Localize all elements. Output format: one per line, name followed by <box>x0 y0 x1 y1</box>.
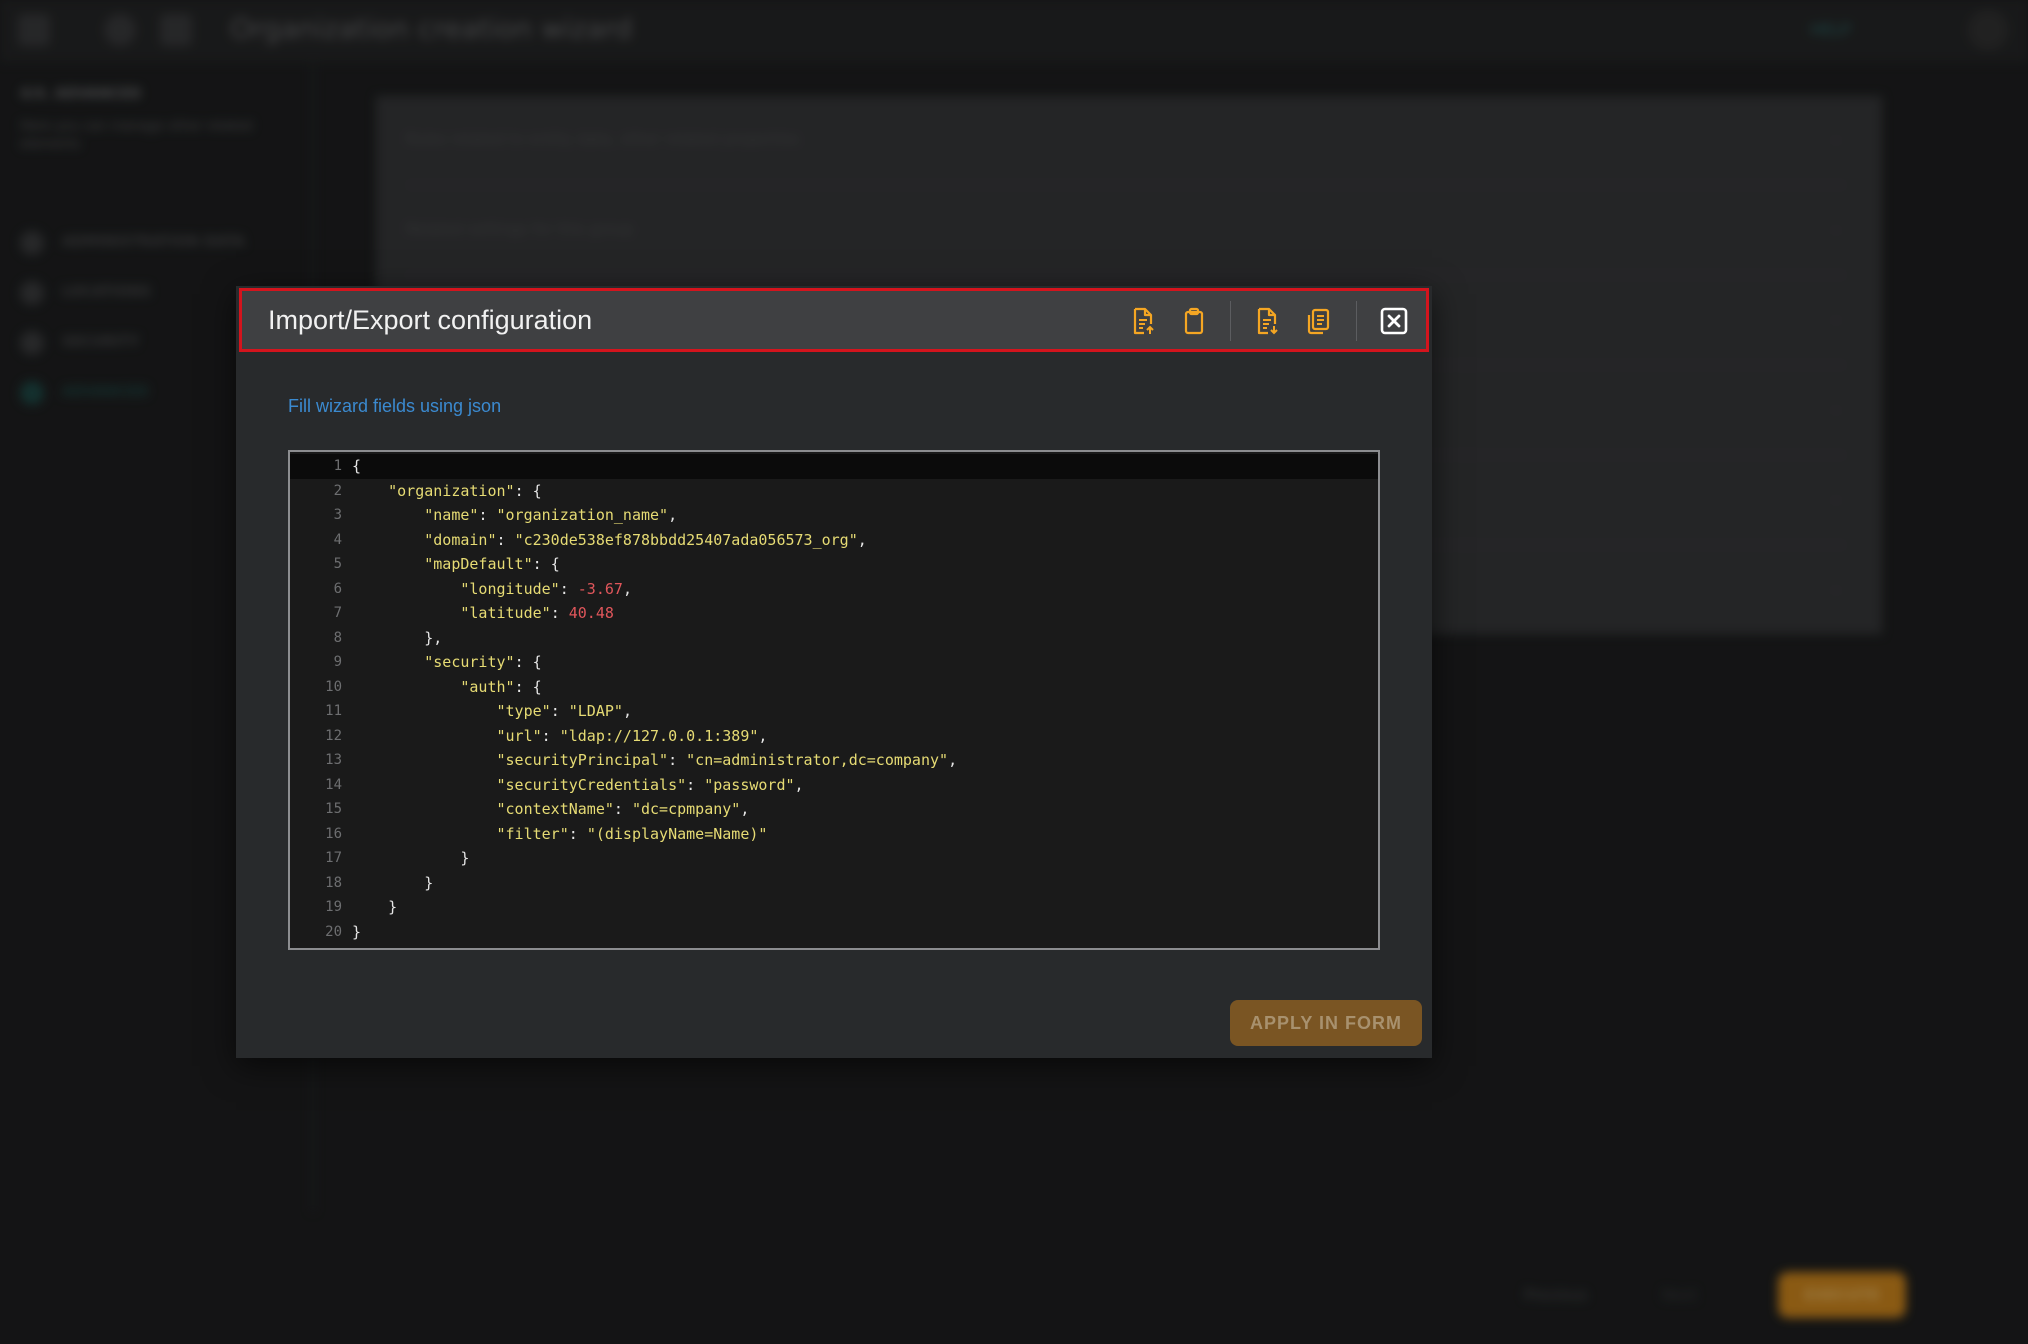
line-number: 6 <box>333 580 342 597</box>
code-text[interactable]: "filter": "(displayName=Name)" <box>352 822 768 847</box>
close-button[interactable] <box>1378 305 1410 337</box>
code-line[interactable]: 14 "securityCredentials": "password", <box>290 773 1378 798</box>
code-line[interactable]: 12 "url": "ldap://127.0.0.1:389", <box>290 724 1378 749</box>
code-line[interactable]: 8 }, <box>290 626 1378 651</box>
code-text[interactable]: "url": "ldap://127.0.0.1:389", <box>352 724 768 749</box>
code-line[interactable]: 11 "type": "LDAP", <box>290 699 1378 724</box>
code-text[interactable]: "mapDefault": { <box>352 552 559 577</box>
code-line[interactable]: 1{ <box>290 454 1378 479</box>
file-import-icon <box>1133 307 1154 335</box>
dialog-subtitle: Fill wizard fields using json <box>288 396 502 416</box>
code-text[interactable]: }, <box>352 626 442 651</box>
json-editor[interactable]: 1{2 "organization": {3 "name": "organiza… <box>288 450 1380 950</box>
code-line[interactable]: 10 "auth": { <box>290 675 1378 700</box>
code-text[interactable]: "security": { <box>352 650 541 675</box>
copy-icon <box>1307 308 1330 335</box>
line-number: 15 <box>325 801 342 817</box>
line-number: 10 <box>325 678 342 695</box>
line-number: 7 <box>333 605 342 621</box>
code-line[interactable]: 5 "mapDefault": { <box>290 552 1378 577</box>
header-separator <box>1356 301 1357 341</box>
code-text[interactable]: "latitude": 40.48 <box>352 601 614 626</box>
code-line[interactable]: 4 "domain": "c230de538ef878bbdd25407ada0… <box>290 528 1378 553</box>
code-text[interactable]: } <box>352 871 433 896</box>
line-number: 1 <box>333 458 342 474</box>
code-line[interactable]: 17 } <box>290 846 1378 871</box>
code-text[interactable]: } <box>352 846 469 871</box>
code-line[interactable]: 7 "latitude": 40.48 <box>290 601 1378 626</box>
code-text[interactable]: "type": "LDAP", <box>352 699 632 724</box>
header-separator <box>1230 301 1231 341</box>
line-number: 13 <box>325 752 342 768</box>
code-line[interactable]: 3 "name": "organization_name", <box>290 503 1378 528</box>
line-number: 18 <box>325 874 342 891</box>
code-line[interactable]: 19 } <box>290 895 1378 920</box>
export-file-button[interactable] <box>1250 305 1282 337</box>
paste-button[interactable] <box>1178 305 1210 337</box>
code-line[interactable]: 16 "filter": "(displayName=Name)" <box>290 822 1378 847</box>
code-text[interactable]: { <box>352 454 361 479</box>
import-export-dialog: Import/Export configuration Fill wizard … <box>236 286 1432 1058</box>
code-text[interactable]: "domain": "c230de538ef878bbdd25407ada056… <box>352 528 867 553</box>
code-line[interactable]: 6 "longitude": -3.67, <box>290 577 1378 602</box>
line-number: 8 <box>333 629 342 646</box>
code-text[interactable]: "name": "organization_name", <box>352 503 677 528</box>
code-text[interactable]: "auth": { <box>352 675 541 700</box>
code-text[interactable]: } <box>352 920 361 945</box>
copy-button[interactable] <box>1302 305 1334 337</box>
line-number: 14 <box>325 776 342 793</box>
code-text[interactable]: "contextName": "dc=cpmpany", <box>352 797 750 822</box>
code-text[interactable]: } <box>352 895 397 920</box>
clipboard-paste-icon <box>1184 307 1204 335</box>
line-number: 5 <box>333 556 342 572</box>
code-line[interactable]: 2 "organization": { <box>290 479 1378 504</box>
line-number: 9 <box>333 654 342 670</box>
code-text[interactable]: "securityCredentials": "password", <box>352 773 804 798</box>
dialog-title: Import/Export configuration <box>268 305 593 335</box>
line-number: 2 <box>333 482 342 499</box>
code-line[interactable]: 18 } <box>290 871 1378 896</box>
dialog-header: Import/Export configuration <box>239 288 1429 352</box>
line-number: 12 <box>325 727 342 744</box>
close-icon <box>1380 307 1408 335</box>
import-file-button[interactable] <box>1126 305 1158 337</box>
apply-in-form-button[interactable]: APPLY IN FORM <box>1230 1000 1422 1046</box>
line-number: 11 <box>325 703 342 719</box>
code-text[interactable]: "organization": { <box>352 479 542 504</box>
code-line[interactable]: 13 "securityPrincipal": "cn=administrato… <box>290 748 1378 773</box>
code-text[interactable]: "longitude": -3.67, <box>352 577 632 602</box>
line-number: 16 <box>325 825 342 842</box>
line-number: 4 <box>333 531 342 548</box>
code-text[interactable]: "securityPrincipal": "cn=administrator,d… <box>352 748 958 773</box>
line-number: 19 <box>325 899 342 915</box>
code-line[interactable]: 20} <box>290 920 1378 945</box>
line-number: 20 <box>325 923 342 940</box>
code-line[interactable]: 15 "contextName": "dc=cpmpany", <box>290 797 1378 822</box>
line-number: 17 <box>325 850 342 866</box>
line-number: 3 <box>333 507 342 523</box>
code-line[interactable]: 9 "security": { <box>290 650 1378 675</box>
file-export-icon <box>1257 307 1278 335</box>
